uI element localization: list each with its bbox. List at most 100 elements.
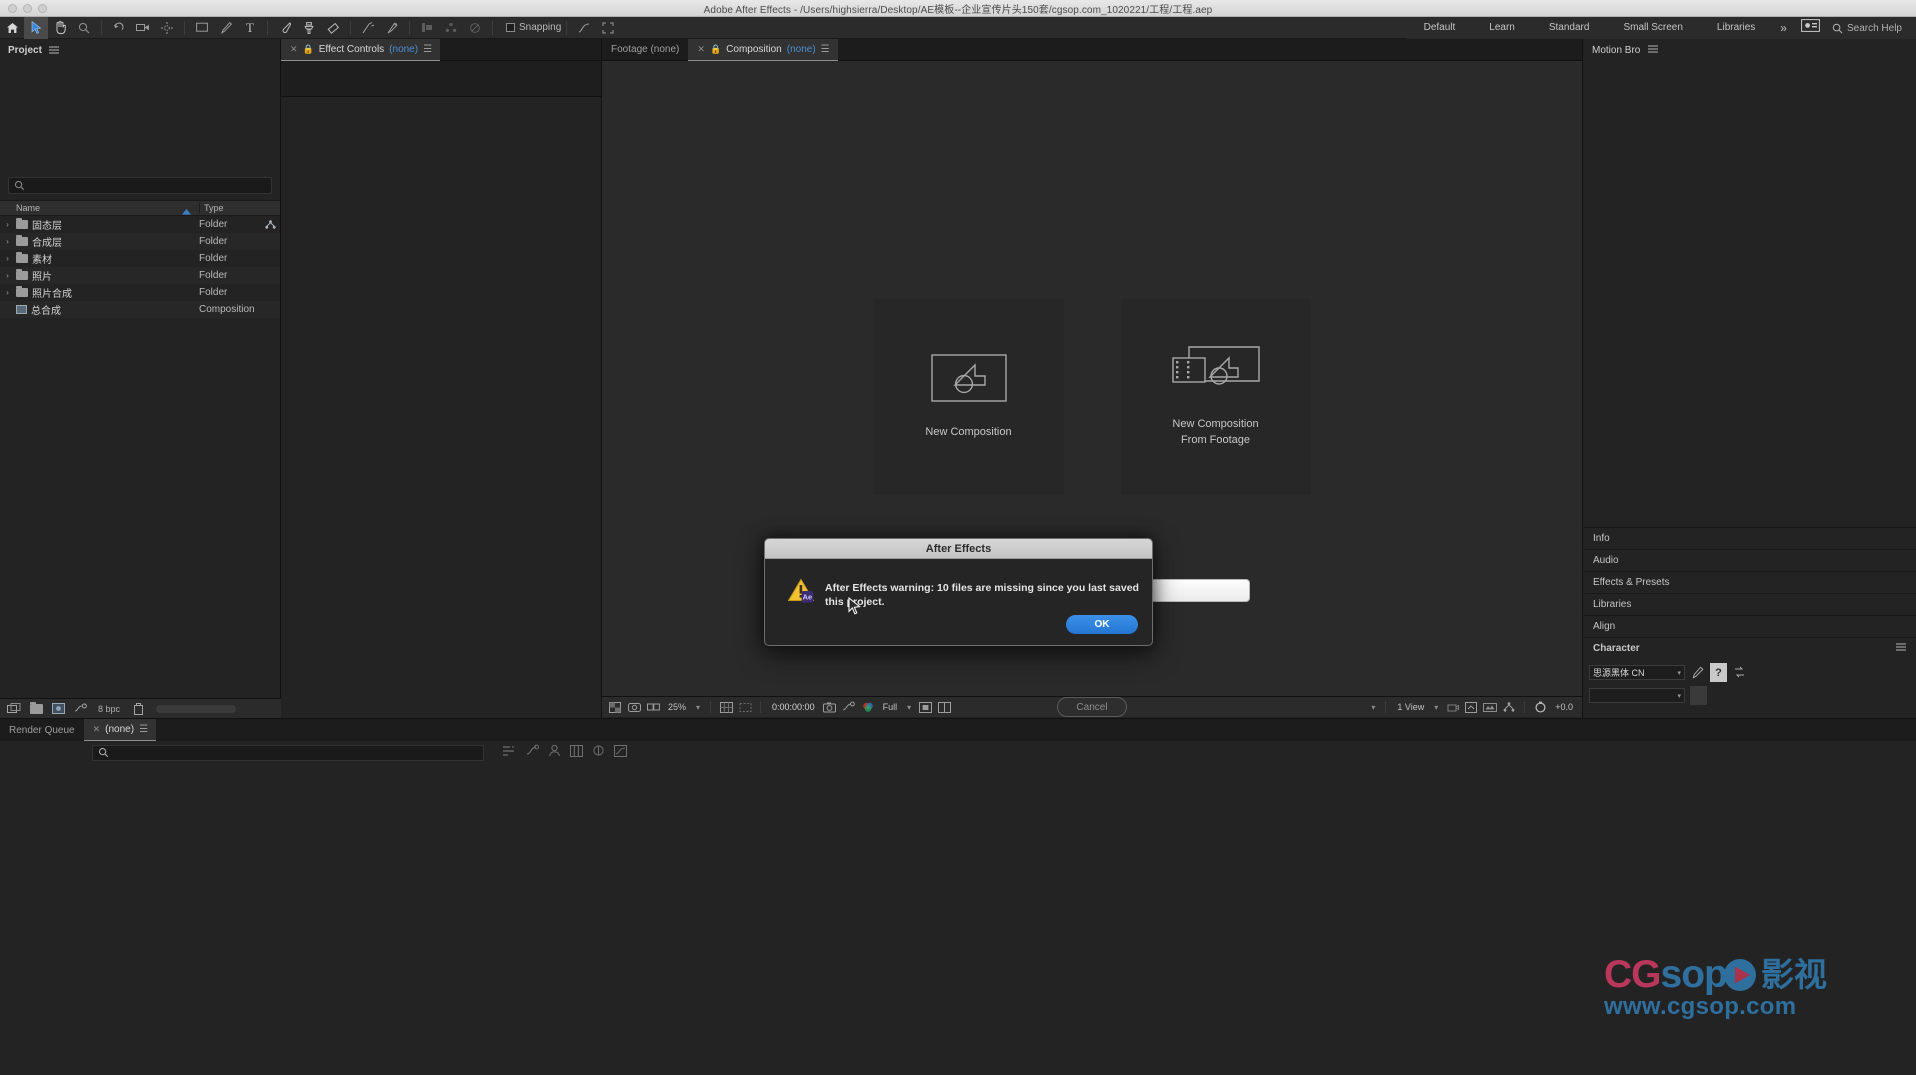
pixel-aspect-correction-icon[interactable] bbox=[1463, 699, 1479, 715]
sidebar-panel-audio[interactable]: Audio bbox=[1583, 549, 1916, 571]
clone-stamp-tool-icon[interactable] bbox=[297, 17, 321, 39]
tab-render-queue[interactable]: Render Queue bbox=[0, 719, 84, 741]
composition-mini-flowchart-icon[interactable] bbox=[502, 744, 516, 762]
disclosure-arrow-icon[interactable]: › bbox=[3, 237, 12, 246]
cancel-button[interactable]: Cancel bbox=[1057, 697, 1127, 717]
lock-icon[interactable]: 🔒 bbox=[303, 44, 314, 55]
list-item[interactable]: 总合成 Composition bbox=[0, 301, 280, 318]
distribute-icon[interactable] bbox=[439, 17, 463, 39]
list-item[interactable]: ›合成层 Folder bbox=[0, 233, 280, 250]
project-search-input[interactable] bbox=[8, 177, 272, 194]
eyedropper-icon[interactable] bbox=[1690, 665, 1705, 680]
shape-tool-icon[interactable] bbox=[190, 17, 214, 39]
panel-menu-icon[interactable]: ☰ bbox=[821, 44, 829, 55]
show-channel-icon[interactable] bbox=[860, 699, 876, 715]
workspace-tab-libraries[interactable]: Libraries bbox=[1700, 17, 1772, 39]
sidebar-panel-effects-and-presets[interactable]: Effects & Presets bbox=[1583, 571, 1916, 593]
view-dropdown-icon[interactable]: ▾ bbox=[1368, 703, 1378, 712]
workspace-tab-standard[interactable]: Standard bbox=[1532, 17, 1607, 39]
account-badge-icon[interactable] bbox=[1795, 19, 1826, 37]
zoom-tool-icon[interactable] bbox=[72, 17, 96, 39]
align-left-icon[interactable] bbox=[415, 17, 439, 39]
new-composition-button[interactable]: New Composition bbox=[874, 299, 1064, 495]
eraser-tool-icon[interactable] bbox=[321, 17, 345, 39]
graph-editor-icon[interactable] bbox=[572, 17, 596, 39]
bit-depth-label[interactable]: 8 bpc bbox=[92, 704, 126, 714]
toggle-mask-visibility-icon[interactable] bbox=[626, 699, 642, 715]
zoom-level-value[interactable]: 25% bbox=[664, 702, 690, 712]
tab-footage[interactable]: Footage (none) bbox=[602, 39, 688, 61]
search-help-field[interactable]: Search Help bbox=[1826, 23, 1916, 34]
panel-menu-icon[interactable]: ☰ bbox=[423, 44, 431, 55]
home-icon[interactable] bbox=[0, 17, 24, 39]
workspace-tab-default[interactable]: Default bbox=[1407, 17, 1473, 39]
toggle-view-layout-icon[interactable] bbox=[645, 699, 661, 715]
draft-3d-icon[interactable] bbox=[525, 744, 539, 762]
list-item[interactable]: ›固态层 Folder bbox=[0, 216, 280, 233]
font-style-select[interactable]: ▾ bbox=[1589, 688, 1685, 703]
sidebar-panel-info[interactable]: Info bbox=[1583, 527, 1916, 549]
tab-effect-controls[interactable]: ✕ 🔒 Effect Controls (none) ☰ bbox=[281, 39, 440, 61]
fill-color-swatch[interactable]: ? bbox=[1710, 663, 1727, 682]
disclosure-arrow-icon[interactable]: › bbox=[3, 254, 12, 263]
hide-shy-layers-icon[interactable] bbox=[548, 744, 561, 762]
font-family-select[interactable]: 思源黑体 CN ▾ bbox=[1589, 665, 1685, 680]
fast-previews-icon[interactable] bbox=[1482, 699, 1498, 715]
active-camera-icon[interactable] bbox=[1444, 699, 1460, 715]
list-item[interactable]: ›照片合成 Folder bbox=[0, 284, 280, 301]
timeline-search-input[interactable] bbox=[92, 745, 484, 761]
sidebar-panel-align[interactable]: Align bbox=[1583, 615, 1916, 637]
frame-blending-icon[interactable] bbox=[570, 744, 583, 762]
chevron-down-icon[interactable]: ▾ bbox=[1677, 692, 1681, 700]
project-settings-icon[interactable] bbox=[70, 701, 90, 717]
region-of-interest-icon[interactable] bbox=[737, 699, 753, 715]
delete-icon[interactable] bbox=[128, 701, 148, 717]
column-header-type[interactable]: Type bbox=[199, 203, 261, 213]
toggle-transparency-grid-icon[interactable] bbox=[607, 699, 623, 715]
motion-blur-icon[interactable] bbox=[592, 744, 605, 762]
roto-brush-tool-icon[interactable] bbox=[356, 17, 380, 39]
type-tool-icon[interactable]: T bbox=[238, 17, 262, 39]
zoom-dropdown-icon[interactable]: ▾ bbox=[693, 703, 703, 712]
resolution-dropdown-icon[interactable]: ▾ bbox=[904, 703, 914, 712]
graph-editor-toggle-icon[interactable] bbox=[614, 744, 627, 762]
camera-tool-icon[interactable] bbox=[131, 17, 155, 39]
workspace-tab-small-screen[interactable]: Small Screen bbox=[1606, 17, 1699, 39]
new-composition-icon[interactable] bbox=[48, 701, 68, 717]
project-panel-menu-icon[interactable] bbox=[49, 41, 59, 59]
list-item[interactable]: ›照片 Folder bbox=[0, 267, 280, 284]
workspace-overflow-icon[interactable]: » bbox=[1772, 21, 1795, 35]
disclosure-arrow-icon[interactable]: › bbox=[3, 271, 12, 280]
tab-composition[interactable]: ✕ 🔒 Composition (none) ☰ bbox=[688, 39, 837, 61]
pen-tool-icon[interactable] bbox=[214, 17, 238, 39]
interpret-footage-icon[interactable] bbox=[4, 701, 24, 717]
hand-tool-icon[interactable] bbox=[48, 17, 72, 39]
panel-menu-icon[interactable] bbox=[1648, 45, 1658, 56]
sort-ascending-icon[interactable] bbox=[182, 207, 191, 217]
panel-menu-icon[interactable]: ☰ bbox=[139, 724, 147, 735]
anchor-point-tool-icon[interactable] bbox=[155, 17, 179, 39]
column-header-name[interactable]: Name bbox=[0, 203, 199, 213]
sidebar-panel-character[interactable]: Character bbox=[1583, 637, 1916, 659]
swap-fill-stroke-icon[interactable] bbox=[1732, 665, 1747, 680]
lock-icon[interactable]: 🔒 bbox=[710, 44, 721, 55]
rotate-canvas-icon[interactable] bbox=[463, 17, 487, 39]
reset-exposure-icon[interactable] bbox=[1532, 699, 1548, 715]
current-timecode-value[interactable]: 0:00:00:00 bbox=[768, 702, 819, 712]
exposure-value[interactable]: +0.0 bbox=[1551, 702, 1577, 712]
selection-tool-icon[interactable] bbox=[24, 17, 48, 39]
rotation-tool-icon[interactable] bbox=[107, 17, 131, 39]
views-value[interactable]: 1 View bbox=[1393, 702, 1428, 712]
disclosure-arrow-icon[interactable]: › bbox=[3, 220, 12, 229]
compare-view-icon[interactable] bbox=[936, 699, 952, 715]
panel-size-slider[interactable] bbox=[156, 705, 236, 713]
tab-timeline-composition[interactable]: ✕ (none) ☰ bbox=[84, 719, 156, 741]
chevron-down-icon[interactable]: ▾ bbox=[1677, 669, 1681, 677]
list-item[interactable]: ›素材 Folder bbox=[0, 250, 280, 267]
ok-button[interactable]: OK bbox=[1066, 615, 1138, 634]
link-icon[interactable] bbox=[261, 220, 280, 229]
sidebar-panel-libraries[interactable]: Libraries bbox=[1583, 593, 1916, 615]
new-composition-from-footage-button[interactable]: New Composition From Footage bbox=[1121, 299, 1311, 495]
disclosure-arrow-icon[interactable]: › bbox=[3, 288, 12, 297]
close-icon[interactable]: ✕ bbox=[93, 724, 101, 735]
